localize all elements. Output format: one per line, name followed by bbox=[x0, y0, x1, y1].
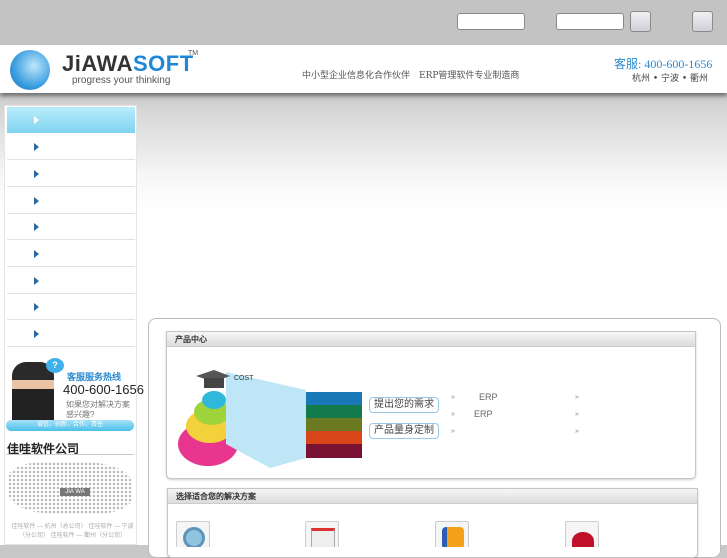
pyramid-graphic: COST bbox=[178, 370, 362, 468]
slogan: progress your thinking bbox=[72, 75, 171, 86]
sidebar-item[interactable] bbox=[7, 107, 135, 133]
gear-wrench-icon[interactable] bbox=[176, 521, 210, 547]
truck-icon[interactable] bbox=[305, 521, 339, 547]
erp-link[interactable]: ERP bbox=[474, 409, 493, 419]
sidebar-item[interactable] bbox=[7, 241, 135, 267]
sidebar-item[interactable] bbox=[7, 214, 135, 240]
sidebar-item[interactable] bbox=[7, 134, 135, 160]
username-input[interactable] bbox=[457, 13, 525, 30]
apparel-icon[interactable] bbox=[435, 521, 469, 547]
arrow-right-icon bbox=[34, 223, 39, 231]
raquo-icon: » bbox=[575, 411, 579, 418]
custom-product-button[interactable]: 产品量身定制 bbox=[369, 423, 439, 439]
raquo-icon: » bbox=[451, 411, 455, 418]
divider bbox=[6, 454, 134, 455]
arrow-right-icon bbox=[34, 277, 39, 285]
raquo-icon: » bbox=[451, 394, 455, 401]
logo-globe-icon[interactable] bbox=[10, 50, 50, 90]
arrow-right-icon bbox=[34, 116, 39, 124]
values-bar: 诚信、创新、合作、责任 bbox=[6, 420, 134, 431]
erp-link[interactable]: ERP bbox=[479, 392, 498, 402]
sidebar-item[interactable] bbox=[7, 294, 135, 320]
tagline: 中小型企业信息化合作伙伴 ERP管理软件专业制造商 bbox=[302, 71, 520, 81]
service-agent-photo bbox=[12, 362, 54, 422]
arrow-right-icon bbox=[34, 330, 39, 338]
arrow-right-icon bbox=[34, 143, 39, 151]
pyramid-label: COST bbox=[234, 375, 254, 382]
question-bubble-icon: ? bbox=[46, 358, 64, 373]
product-center-title: 产品中心 bbox=[167, 332, 695, 347]
raquo-icon: » bbox=[575, 428, 579, 435]
sidebar-item[interactable] bbox=[7, 321, 135, 347]
sidebar-item[interactable] bbox=[7, 161, 135, 187]
logo-text[interactable]: JiAWASOFT bbox=[62, 51, 194, 77]
arrow-right-icon bbox=[34, 197, 39, 205]
header: JiAWASOFT TM progress your thinking 中小型企… bbox=[0, 45, 727, 93]
submit-needs-button[interactable]: 提出您的需求 bbox=[369, 397, 439, 413]
solutions-box: 选择适合您的解决方案 bbox=[167, 488, 698, 558]
login-button[interactable] bbox=[630, 11, 651, 32]
map-label: JIA WA bbox=[60, 488, 90, 496]
password-input[interactable] bbox=[556, 13, 624, 30]
service-note: 如果您对解决方案感兴趣? bbox=[66, 400, 130, 419]
service-phone: 400-600-1656 bbox=[63, 382, 144, 397]
register-button[interactable] bbox=[692, 11, 713, 32]
sidebar-item[interactable] bbox=[7, 188, 135, 214]
hotline: 客服: 400-600-1656 bbox=[614, 57, 713, 71]
arrow-right-icon bbox=[34, 250, 39, 258]
arrow-right-icon bbox=[34, 303, 39, 311]
trademark: TM bbox=[188, 50, 199, 57]
cities: 杭州 • 宁波 • 衢州 bbox=[632, 74, 709, 84]
sidebar-item[interactable] bbox=[7, 268, 135, 294]
arrow-right-icon bbox=[34, 170, 39, 178]
raquo-icon: » bbox=[575, 394, 579, 401]
branches-text: 佳哇软件 — 杭州（总公司） 佳哇软件 — 宁波（分公司） 佳哇软件 — 衢州（… bbox=[11, 524, 134, 539]
raquo-icon: » bbox=[451, 428, 455, 435]
chemical-flask-icon[interactable] bbox=[565, 521, 599, 547]
solutions-title: 选择适合您的解决方案 bbox=[168, 489, 697, 504]
